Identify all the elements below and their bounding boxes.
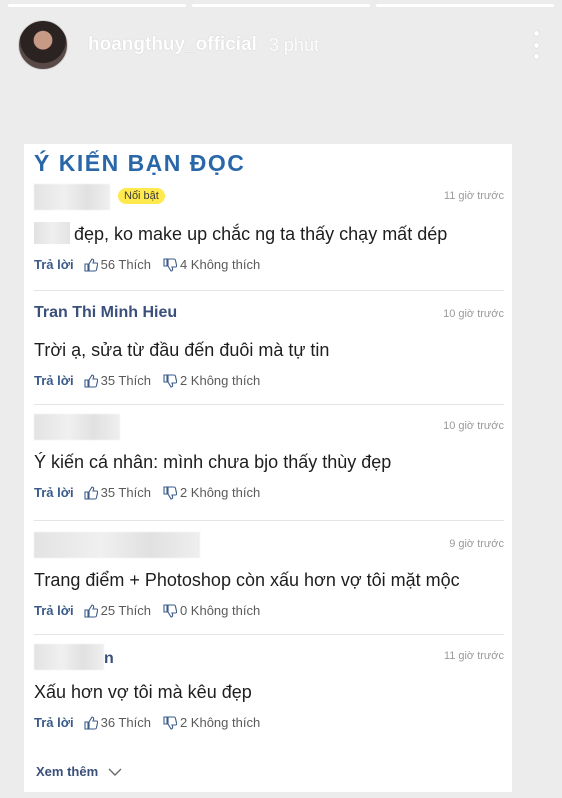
comment-item: Tran Thi Minh Hieu 10 giờ trước Trời ạ, … [34, 302, 504, 388]
thumbs-up-icon [84, 257, 98, 272]
blurred-word [34, 222, 70, 244]
comment-item: Nổi bật 11 giờ trước đẹp, ko make up chắ… [34, 184, 504, 272]
username[interactable]: hoangthuy_official [88, 34, 257, 56]
comment-timestamp: 9 giờ trước [449, 538, 504, 550]
divider [34, 634, 504, 635]
blurred-name [34, 644, 104, 670]
comment-timestamp: 11 giờ trước [443, 190, 504, 202]
divider [34, 520, 504, 521]
comment-timestamp: 10 giờ trước [443, 308, 504, 320]
comment-item: 9 giờ trước Trang điểm + Photoshop còn x… [34, 532, 504, 618]
post-time: 3 phút [268, 34, 319, 55]
dislike-button[interactable]: 0 Không thích [163, 603, 260, 618]
reply-button[interactable]: Trả lời [34, 485, 74, 500]
comment-text: Trời ạ, sửa từ đầu đến đuôi mà tự tin [34, 340, 330, 360]
thumbs-down-icon [163, 715, 177, 730]
like-button[interactable]: 35 Thích [84, 373, 151, 388]
comment-text: Ý kiến cá nhân: mình chưa bjo thấy thùy … [34, 452, 392, 472]
dislike-button[interactable]: 4 Không thích [163, 257, 260, 272]
like-button[interactable]: 35 Thích [84, 485, 151, 500]
thumbs-up-icon [84, 485, 98, 500]
comment-text: đẹp, ko make up chắc ng ta thấy chạy mất… [34, 222, 504, 245]
story-progress [8, 4, 554, 7]
thumbs-down-icon [163, 257, 177, 272]
thumbs-down-icon [163, 373, 177, 388]
see-more-label: Xem thêm [36, 764, 99, 779]
reply-button[interactable]: Trả lời [34, 373, 74, 388]
dislike-button[interactable]: 2 Không thích [163, 715, 260, 730]
like-button[interactable]: 56 Thích [84, 257, 151, 272]
thumbs-up-icon [84, 603, 98, 618]
comment-item: n 11 giờ trước Xấu hơn vợ tôi mà kêu đẹp… [34, 644, 504, 730]
comment-actions: Trả lời 35 Thích 2 Không thích [34, 373, 504, 388]
reply-button[interactable]: Trả lời [34, 715, 74, 730]
like-button[interactable]: 25 Thích [84, 603, 151, 618]
thumbs-down-icon [163, 485, 177, 500]
section-title: Ý KIẾN BẠN ĐỌC [34, 150, 246, 176]
avatar[interactable] [18, 20, 68, 70]
chevron-down-icon [108, 768, 122, 776]
divider [34, 404, 504, 405]
thumbs-down-icon [163, 603, 177, 618]
see-more-button[interactable]: Xem thêm [36, 764, 122, 779]
comment-actions: Trả lời 36 Thích 2 Không thích [34, 715, 504, 730]
comment-timestamp: 11 giờ trước [443, 650, 504, 662]
reply-button[interactable]: Trả lời [34, 603, 74, 618]
comment-actions: Trả lời 35 Thích 2 Không thích [34, 485, 504, 500]
like-button[interactable]: 36 Thích [84, 715, 151, 730]
comment-text: Trang điểm + Photoshop còn xấu hơn vợ tô… [34, 570, 460, 590]
story-progress-segment [192, 4, 370, 7]
featured-badge: Nổi bật [118, 188, 165, 204]
blurred-name [34, 414, 120, 440]
more-vertical-icon[interactable] [530, 31, 542, 59]
blurred-name [34, 184, 110, 210]
story-header: hoangthuy_official 3 phút [18, 18, 542, 72]
thumbs-up-icon [84, 715, 98, 730]
story-progress-segment [8, 4, 186, 7]
dislike-button[interactable]: 2 Không thích [163, 485, 260, 500]
comments-card: Ý KIẾN BẠN ĐỌC Nổi bật 11 giờ trước đẹp,… [24, 144, 512, 792]
comment-actions: Trả lời 25 Thích 0 Không thích [34, 603, 504, 618]
comment-text: Xấu hơn vợ tôi mà kêu đẹp [34, 682, 252, 702]
commenter-name[interactable]: Tran Thi Minh Hieu [34, 304, 177, 322]
dislike-button[interactable]: 2 Không thích [163, 373, 260, 388]
thumbs-up-icon [84, 373, 98, 388]
story-progress-segment [376, 4, 554, 7]
blurred-name [34, 532, 200, 558]
comment-item: 10 giờ trước Ý kiến cá nhân: mình chưa b… [34, 414, 504, 500]
divider [34, 290, 504, 291]
comment-timestamp: 10 giờ trước [443, 420, 504, 432]
comment-actions: Trả lời 56 Thích 4 Không thích [34, 257, 504, 272]
reply-button[interactable]: Trả lời [34, 257, 74, 272]
commenter-name-tail: n [104, 650, 114, 667]
